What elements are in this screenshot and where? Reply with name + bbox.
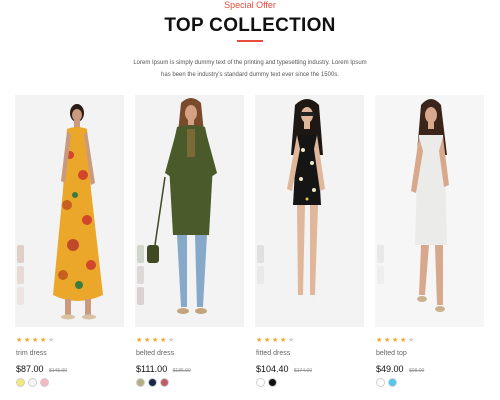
color-swatch[interactable] bbox=[40, 378, 49, 387]
product-card[interactable]: ★ ★ ★ ★ ★ belted dress $111.00 $185.00 bbox=[135, 95, 244, 395]
color-swatch[interactable] bbox=[268, 378, 277, 387]
star-icon: ★ bbox=[168, 337, 175, 344]
star-icon: ★ bbox=[400, 337, 407, 344]
original-price: $145.00 bbox=[48, 368, 68, 374]
star-icon: ★ bbox=[48, 337, 55, 344]
current-price: $49.00 bbox=[376, 364, 404, 374]
star-icon: ★ bbox=[160, 337, 167, 344]
current-price: $111.00 bbox=[136, 364, 168, 374]
product-card[interactable]: ★ ★ ★ ★ ★ fitted dress $104.40 $174.00 bbox=[255, 95, 364, 395]
color-swatch[interactable] bbox=[148, 378, 157, 387]
color-swatches bbox=[16, 378, 49, 387]
original-price: $185.00 bbox=[172, 368, 191, 374]
rating-stars: ★ ★ ★ ★ ★ bbox=[16, 337, 55, 345]
star-icon: ★ bbox=[280, 337, 287, 344]
star-icon: ★ bbox=[272, 337, 279, 344]
product-price: $111.00 $185.00 bbox=[136, 359, 191, 377]
star-icon: ★ bbox=[384, 337, 391, 344]
product-image[interactable] bbox=[375, 95, 484, 327]
original-price: $174.00 bbox=[294, 368, 313, 374]
product-card[interactable]: ★ ★ ★ ★ ★ belted top $49.00 $98.00 bbox=[375, 95, 484, 395]
product-name[interactable]: trim dress bbox=[16, 350, 47, 357]
star-icon: ★ bbox=[256, 337, 263, 344]
special-offer-label: Special Offer bbox=[224, 0, 276, 10]
product-image[interactable] bbox=[15, 95, 124, 327]
title-underline bbox=[237, 40, 263, 42]
product-name[interactable]: belted dress bbox=[136, 350, 174, 357]
product-price: $49.00 $98.00 bbox=[376, 359, 424, 377]
star-icon: ★ bbox=[408, 337, 415, 344]
product-image[interactable] bbox=[135, 95, 244, 327]
star-icon: ★ bbox=[152, 337, 159, 344]
color-swatch[interactable] bbox=[376, 378, 385, 387]
star-icon: ★ bbox=[24, 337, 31, 344]
color-swatches bbox=[376, 378, 397, 387]
product-grid: ★ ★ ★ ★ ★ trim dress $87.00 $145.00 ★ ★ … bbox=[15, 95, 485, 395]
section-description: Lorem Ipsum is simply dummy text of the … bbox=[133, 60, 367, 78]
star-icon: ★ bbox=[264, 337, 271, 344]
color-swatch[interactable] bbox=[388, 378, 397, 387]
color-swatches bbox=[136, 378, 169, 387]
model-photo bbox=[287, 99, 325, 302]
rating-stars: ★ ★ ★ ★ ★ bbox=[376, 337, 415, 345]
model-photo bbox=[53, 104, 103, 320]
color-swatch[interactable] bbox=[16, 378, 25, 387]
product-price: $87.00 $145.00 bbox=[16, 359, 67, 377]
star-icon: ★ bbox=[40, 337, 47, 344]
rating-stars: ★ ★ ★ ★ ★ bbox=[256, 337, 295, 345]
section-title: TOP COLLECTION bbox=[164, 15, 336, 36]
star-icon: ★ bbox=[16, 337, 23, 344]
color-swatch[interactable] bbox=[28, 378, 37, 387]
model-photo bbox=[147, 98, 217, 314]
model-photo bbox=[411, 99, 449, 312]
current-price: $104.40 bbox=[256, 364, 289, 374]
color-swatch[interactable] bbox=[256, 378, 265, 387]
product-name[interactable]: belted top bbox=[376, 350, 407, 357]
product-card[interactable]: ★ ★ ★ ★ ★ trim dress $87.00 $145.00 bbox=[15, 95, 124, 395]
original-price: $98.00 bbox=[408, 368, 425, 374]
star-icon: ★ bbox=[392, 337, 399, 344]
current-price: $87.00 bbox=[16, 364, 44, 374]
color-swatch[interactable] bbox=[136, 378, 145, 387]
star-icon: ★ bbox=[136, 337, 143, 344]
star-icon: ★ bbox=[376, 337, 383, 344]
color-swatches bbox=[256, 378, 277, 387]
product-name[interactable]: fitted dress bbox=[256, 350, 290, 357]
color-swatch[interactable] bbox=[160, 378, 169, 387]
star-icon: ★ bbox=[32, 337, 39, 344]
rating-stars: ★ ★ ★ ★ ★ bbox=[136, 337, 175, 345]
product-image[interactable] bbox=[255, 95, 364, 327]
product-price: $104.40 $174.00 bbox=[256, 359, 312, 377]
star-icon: ★ bbox=[144, 337, 151, 344]
star-icon: ★ bbox=[288, 337, 295, 344]
